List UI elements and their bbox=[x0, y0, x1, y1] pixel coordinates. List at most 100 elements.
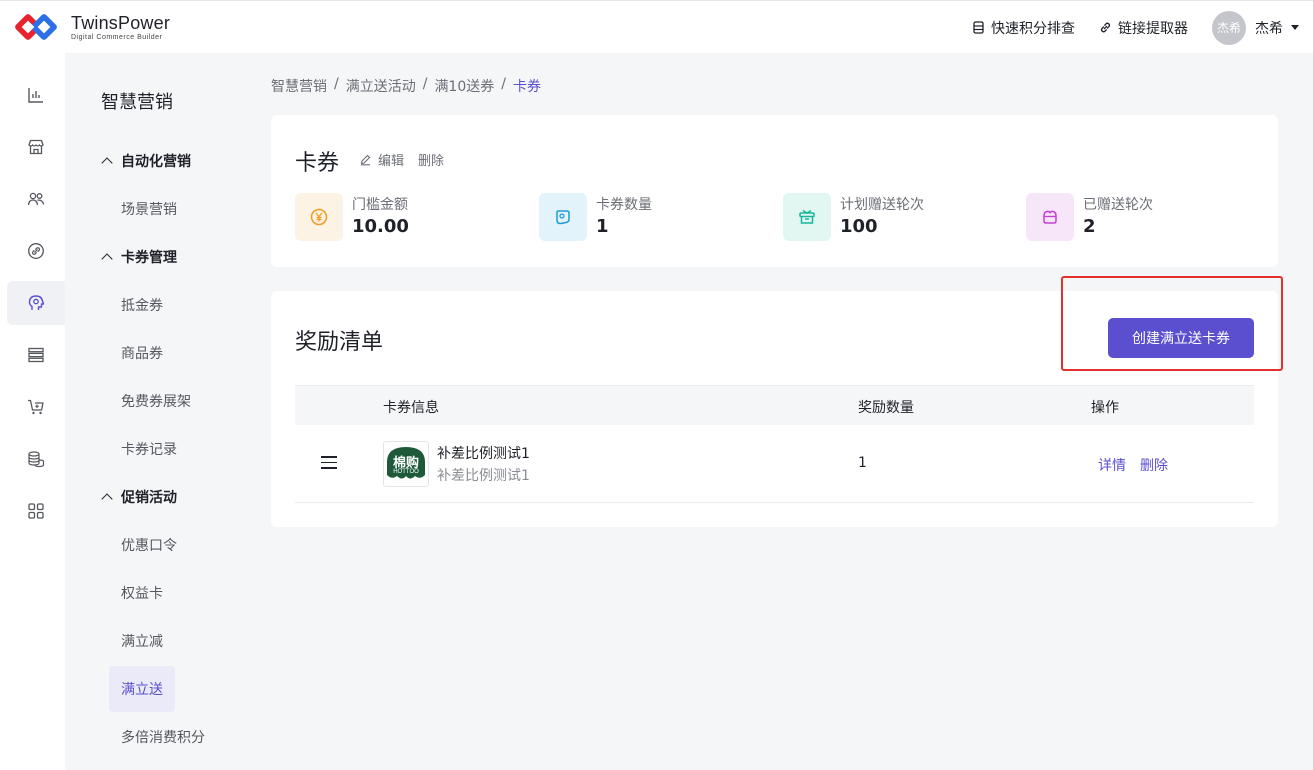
rail-item-store[interactable] bbox=[7, 125, 65, 169]
breadcrumb-item[interactable]: 智慧营销 bbox=[271, 76, 327, 96]
reward-list-card: 奖励清单 创建满立送卡券 卡券信息 奖励数量 操作 棉购 HOTTOO 补差比例… bbox=[271, 291, 1278, 527]
create-gift-coupon-button[interactable]: 创建满立送卡券 bbox=[1108, 318, 1254, 358]
chevron-up-icon bbox=[101, 253, 113, 265]
breadcrumb-item[interactable]: 满立送活动 bbox=[346, 76, 416, 96]
stat-label: 门槛金额 bbox=[352, 197, 408, 213]
rail-item-members[interactable] bbox=[7, 177, 65, 221]
nav-item-multi-points[interactable]: 多倍消费积分 bbox=[109, 714, 219, 760]
nav-item-promo-code[interactable]: 优惠口令 bbox=[109, 522, 177, 568]
rail-item-orders[interactable] bbox=[7, 333, 65, 377]
nav-group-label: 促销活动 bbox=[121, 490, 177, 506]
cart-icon bbox=[28, 399, 44, 415]
quick-points-check-link[interactable]: 快速积分排查 bbox=[972, 18, 1075, 38]
link-icon bbox=[1100, 22, 1111, 33]
nav-item-scene-marketing[interactable]: 场景营销 bbox=[109, 186, 177, 232]
rail-item-cart[interactable] bbox=[7, 385, 65, 429]
table-row: 棉购 HOTTOO 补差比例测试1 补差比例测试1 1 详情 删除 bbox=[295, 425, 1254, 503]
coins-icon bbox=[28, 451, 45, 468]
coupon-thumbnail: 棉购 HOTTOO bbox=[383, 441, 429, 487]
rail-item-apps[interactable] bbox=[7, 489, 65, 533]
stat-value: 2 bbox=[1083, 216, 1096, 237]
twinspower-logo-icon[interactable] bbox=[14, 11, 62, 45]
link-extractor-link[interactable]: 链接提取器 bbox=[1099, 18, 1188, 38]
nav-item-free-coupon-shelf[interactable]: 免费券展架 bbox=[109, 378, 191, 424]
coupon-summary-card: 卡券 编辑 删除 门槛金额 10.00 卡券数量 1 计划赠送轮次 100 已赠送轮次… bbox=[271, 115, 1278, 267]
nav-item-benefit-card[interactable]: 权益卡 bbox=[109, 570, 175, 616]
detail-link[interactable]: 详情 bbox=[1098, 455, 1126, 475]
delete-link[interactable]: 删除 bbox=[1140, 455, 1168, 475]
stat-label: 计划赠送轮次 bbox=[840, 197, 924, 213]
drag-handle-icon[interactable] bbox=[321, 456, 337, 473]
apps-icon bbox=[28, 503, 44, 519]
nav-group-automation[interactable]: 自动化营销 bbox=[101, 151, 191, 171]
section-title: 奖励清单 bbox=[295, 330, 384, 355]
user-name[interactable]: 杰希 bbox=[1255, 18, 1283, 38]
chevron-up-icon bbox=[101, 493, 113, 505]
rail-item-analytics[interactable] bbox=[7, 73, 65, 117]
brand: TwinsPower Digital Commerce Builder bbox=[71, 13, 170, 41]
link-extractor-label: 链接提取器 bbox=[1118, 20, 1188, 37]
row-actions: 详情 删除 bbox=[1098, 455, 1168, 475]
chevron-up-icon bbox=[101, 157, 113, 169]
nav-group-label: 卡券管理 bbox=[121, 250, 177, 266]
list-icon bbox=[28, 347, 44, 363]
page-title: 卡券 bbox=[295, 151, 340, 176]
stat-label: 已赠送轮次 bbox=[1083, 197, 1153, 213]
store-icon bbox=[28, 139, 44, 155]
chart-icon bbox=[28, 88, 43, 103]
coupon-name: 补差比例测试1 bbox=[437, 446, 530, 462]
nav-item-spend-gift[interactable]: 满立送 bbox=[109, 666, 175, 712]
link-circle-icon bbox=[28, 243, 44, 259]
nav-group-promotions[interactable]: 促销活动 bbox=[101, 487, 177, 507]
stat-value: 100 bbox=[840, 216, 878, 237]
bag-icon bbox=[1026, 193, 1074, 241]
column-header: 操作 bbox=[1091, 400, 1119, 416]
breadcrumb-current: 卡券 bbox=[512, 79, 541, 95]
reward-quantity: 1 bbox=[858, 455, 867, 471]
icon-rail bbox=[0, 53, 65, 770]
stat-value: 1 bbox=[596, 216, 609, 237]
edit-label: 编辑 bbox=[378, 154, 405, 169]
pencil-icon bbox=[360, 154, 371, 166]
gift-box-icon bbox=[783, 193, 831, 241]
rail-item-smart-marketing[interactable] bbox=[7, 281, 65, 325]
nav-group-coupon-management[interactable]: 卡券管理 bbox=[101, 247, 177, 267]
table-header: 卡券信息 奖励数量 操作 bbox=[295, 385, 1254, 425]
stat-label: 卡券数量 bbox=[596, 197, 652, 213]
nav-item-coupon-records[interactable]: 卡券记录 bbox=[109, 426, 177, 472]
breadcrumb-separator: / bbox=[422, 76, 428, 92]
brand-tagline: Digital Commerce Builder bbox=[71, 34, 163, 41]
thumbnail-logo-subtext: HOTTOO bbox=[393, 469, 419, 475]
stat-value: 10.00 bbox=[352, 216, 409, 237]
ticket-icon bbox=[539, 193, 587, 241]
edit-button[interactable]: 编辑 bbox=[359, 150, 404, 169]
nav-group-label: 自动化营销 bbox=[121, 154, 191, 170]
rail-item-finance[interactable] bbox=[7, 437, 65, 481]
delete-button[interactable]: 删除 bbox=[418, 150, 444, 169]
stat-planned-rounds: 计划赠送轮次 100 bbox=[783, 193, 924, 241]
users-icon bbox=[27, 192, 45, 206]
nav-item-spend-discount[interactable]: 满立减 bbox=[109, 618, 175, 664]
subnav-title: 智慧营销 bbox=[101, 92, 173, 113]
column-header: 卡券信息 bbox=[383, 400, 439, 416]
breadcrumb: 智慧营销 / 满立送活动 / 满10送券 / 卡券 bbox=[271, 76, 541, 96]
stat-gifted-rounds: 已赠送轮次 2 bbox=[1026, 193, 1153, 241]
sub-navigation: 智慧营销 自动化营销 场景营销 卡券管理 抵金券 商品券 免费券展架 卡券记录 … bbox=[65, 53, 250, 770]
coupon-subtitle: 补差比例测试1 bbox=[437, 468, 530, 484]
breadcrumb-separator: / bbox=[501, 76, 506, 92]
avatar[interactable]: 杰希 bbox=[1212, 10, 1246, 45]
reward-table: 卡券信息 奖励数量 操作 棉购 HOTTOO 补差比例测试1 补差比例测试1 1… bbox=[295, 385, 1254, 503]
quick-points-check-label: 快速积分排查 bbox=[991, 20, 1075, 37]
nav-item-product-coupon[interactable]: 商品券 bbox=[109, 330, 175, 376]
chevron-down-icon[interactable] bbox=[1291, 25, 1299, 30]
nav-item-cash-coupon[interactable]: 抵金券 bbox=[109, 282, 175, 328]
database-icon bbox=[973, 21, 984, 34]
breadcrumb-item[interactable]: 满10送券 bbox=[434, 76, 494, 96]
coupon-actions: 编辑 删除 bbox=[359, 150, 444, 169]
brand-name: TwinsPower bbox=[71, 13, 171, 33]
brain-icon bbox=[28, 295, 45, 310]
column-header: 奖励数量 bbox=[858, 400, 914, 416]
yen-icon bbox=[295, 193, 343, 241]
rail-item-links[interactable] bbox=[7, 229, 65, 273]
breadcrumb-separator: / bbox=[334, 76, 339, 92]
